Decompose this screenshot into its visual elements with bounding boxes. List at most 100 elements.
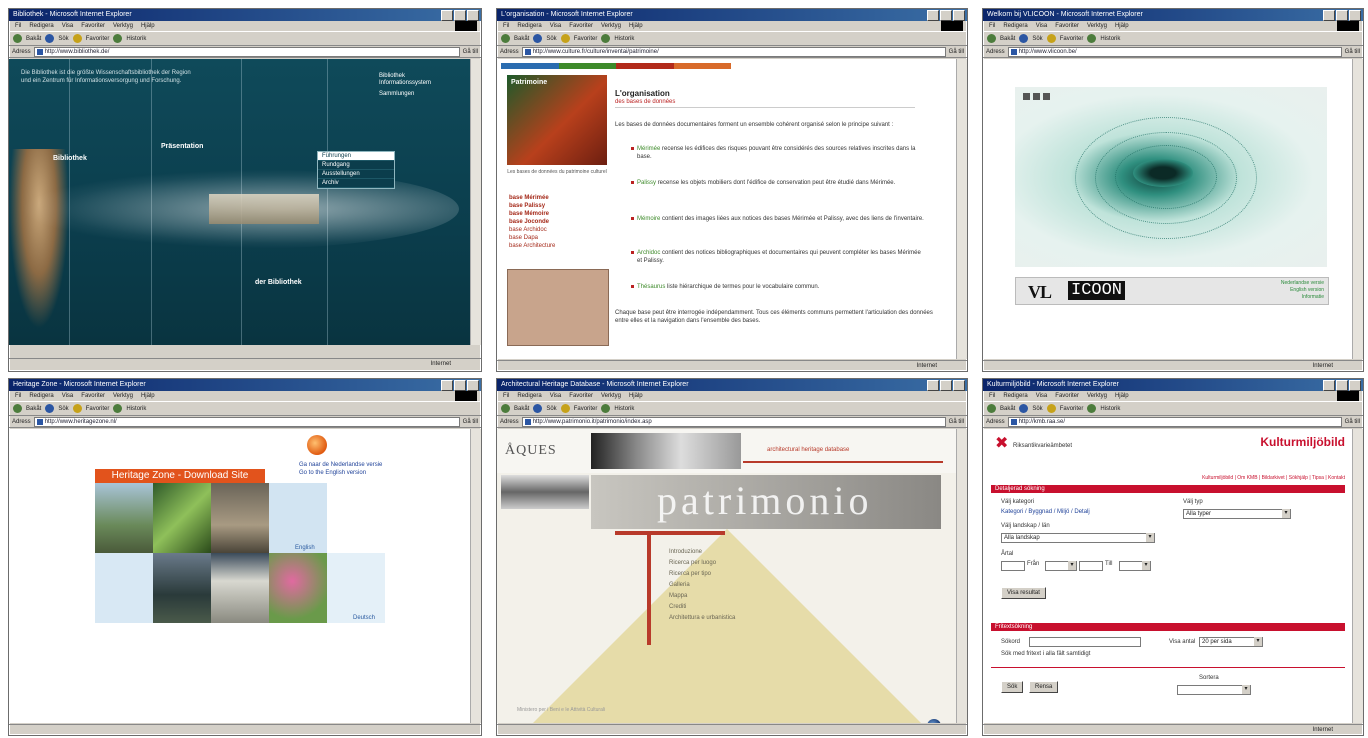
menu-edit[interactable]: Redigera [517,393,541,399]
close-icon[interactable] [467,380,479,391]
site-logo[interactable]: ÅQUES [505,443,557,459]
link-english[interactable]: English version [1281,287,1324,294]
back-icon[interactable] [13,34,22,43]
vertical-scrollbar[interactable] [470,429,481,723]
menu-item[interactable]: Ricerca per tipo [669,569,735,580]
photo-tile[interactable] [211,553,269,623]
search-icon[interactable] [45,404,55,413]
year-input[interactable] [1001,561,1025,571]
vertical-scrollbar[interactable] [470,59,481,345]
menu-help[interactable]: Hjälp [141,393,155,399]
menu-file[interactable]: Fil [989,393,995,399]
year-from-select[interactable] [1045,561,1077,571]
year-to-select[interactable] [1119,561,1151,571]
menu-favorites[interactable]: Favoriter [81,393,105,399]
back-button[interactable]: Bakåt [26,36,41,42]
history-button[interactable]: Historik [1100,406,1120,412]
history-icon[interactable] [1087,34,1097,43]
nav-bibliothek[interactable]: Bibliothek [53,155,87,162]
close-icon[interactable] [953,380,965,391]
history-button[interactable]: Historik [126,36,146,42]
favorites-icon[interactable] [560,404,570,413]
menu-item[interactable]: Mappa [669,591,735,602]
menu-tools[interactable]: Verktyg [601,393,621,399]
nav-link[interactable]: base Joconde [509,218,609,226]
history-button[interactable]: Historik [1100,36,1120,42]
display-select[interactable]: 20 per sida [1199,637,1263,647]
site-logo[interactable]: Bibliothek Informationssystem Sammlungen [379,73,431,98]
menu-tools[interactable]: Verktyg [1087,23,1107,29]
favorites-button[interactable]: Favoriter [86,36,110,42]
history-button[interactable]: Historik [126,406,146,412]
item-link[interactable]: Mémoire [637,216,660,222]
maximize-icon[interactable] [940,10,952,21]
back-button[interactable]: Bakåt [514,36,529,42]
cover-image[interactable]: Patrimoine [507,75,607,165]
search-button[interactable]: Sök [1032,406,1042,412]
back-icon[interactable] [987,404,996,413]
history-button[interactable]: Historik [614,406,634,412]
tile-label-english[interactable]: English [295,545,315,551]
menu-file[interactable]: Fil [503,23,509,29]
address-input[interactable]: http://www.patrimonio.it/patrimonio/inde… [521,416,946,427]
nav-link[interactable]: base Dapa [509,234,609,242]
search-button[interactable]: Sök [1032,36,1042,42]
county-select[interactable]: Alla landskap [1001,533,1155,543]
nav-link[interactable]: base Archidoc [509,226,609,234]
menu-tools[interactable]: Verktyg [1087,393,1107,399]
back-icon[interactable] [501,404,510,413]
minimize-icon[interactable] [1323,380,1335,391]
favorites-icon[interactable] [72,34,82,43]
favorites-button[interactable]: Favoriter [574,36,598,42]
history-button[interactable]: Historik [614,36,634,42]
back-button[interactable]: Bakåt [1000,36,1015,42]
menu-edit[interactable]: Redigera [517,23,541,29]
menu-file[interactable]: Fil [503,393,509,399]
intro-artwork[interactable] [1015,87,1327,267]
search-button[interactable]: Sök [1001,681,1024,693]
search-icon[interactable] [533,404,543,413]
menu-item[interactable]: Ausstellungen [318,170,394,179]
menu-help[interactable]: Hjälp [1115,393,1129,399]
photo-tile[interactable] [211,483,269,553]
close-icon[interactable] [1349,380,1361,391]
back-button[interactable]: Bakåt [1000,406,1015,412]
go-button[interactable]: Gå till [463,419,478,425]
stop-icon[interactable] [1023,93,1030,100]
history-icon[interactable] [601,404,611,413]
go-button[interactable]: Gå till [463,49,478,55]
type-select[interactable]: Alla typer [1183,509,1291,519]
menu-file[interactable]: Fil [15,393,21,399]
nav-bottom[interactable]: der Bibliothek [255,279,302,286]
vertical-scrollbar[interactable] [1352,59,1363,359]
link-dutch[interactable]: Ga naar de Nederlandse versie [299,461,382,469]
photo-tile[interactable] [95,483,153,553]
photo-tile[interactable] [95,553,153,623]
menu-favorites[interactable]: Favoriter [81,23,105,29]
photo-tile[interactable] [153,483,211,553]
menu-favorites[interactable]: Favoriter [1055,23,1079,29]
menu-edit[interactable]: Redigera [1003,23,1027,29]
photo-tile[interactable] [153,553,211,623]
clear-button[interactable]: Rensa [1029,681,1059,693]
maximize-icon[interactable] [454,380,466,391]
maximize-icon[interactable] [940,380,952,391]
link-english[interactable]: Go to the English version [299,469,382,477]
go-button[interactable]: Gå till [949,49,964,55]
top-nav[interactable]: Kulturmiljöbild | Om KMB | Bildarkivet |… [1202,475,1345,481]
menu-tools[interactable]: Verktyg [601,23,621,29]
menu-edit[interactable]: Redigera [1003,393,1027,399]
photo-tile[interactable] [269,553,327,623]
back-button[interactable]: Bakåt [26,406,41,412]
menu-item[interactable]: Introduzione [669,547,735,558]
menu-tools[interactable]: Verktyg [113,23,133,29]
back-icon[interactable] [13,404,22,413]
photo-tile[interactable] [327,553,385,623]
minimize-icon[interactable] [1323,10,1335,21]
favorites-icon[interactable] [560,34,570,43]
item-link[interactable]: Archidoc [637,250,660,256]
maximize-icon[interactable] [1336,380,1348,391]
menu-item[interactable]: Ricerca per luogo [669,558,735,569]
menu-view[interactable]: Visa [1036,393,1048,399]
back-button[interactable]: Bakåt [514,406,529,412]
